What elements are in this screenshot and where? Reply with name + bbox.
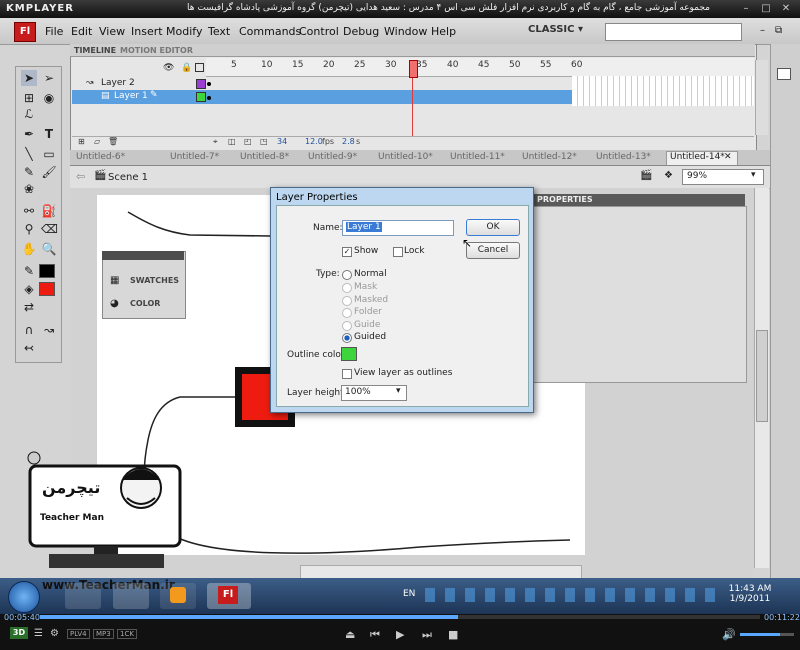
seek-bar-fill bbox=[40, 615, 458, 619]
tray-icons[interactable] bbox=[425, 588, 715, 602]
cancel-button[interactable]: Cancel bbox=[466, 242, 520, 259]
play-icon[interactable]: ▶ bbox=[396, 628, 404, 641]
clock-time: 11:43 AM bbox=[728, 584, 772, 594]
codec-badge: PLV4 bbox=[67, 629, 90, 639]
teacherman-brand: Teacher Man bbox=[40, 513, 104, 523]
layer-height-value: 100% bbox=[345, 387, 371, 397]
media-taskbar-icon[interactable] bbox=[160, 583, 196, 609]
type-guided-label: Guided bbox=[354, 332, 387, 342]
3d-toggle[interactable]: 3D bbox=[10, 627, 28, 639]
svg-text:تیچرمن: تیچرمن bbox=[42, 478, 100, 498]
type-normal-label: Normal bbox=[354, 269, 387, 279]
outline-color-swatch[interactable] bbox=[341, 347, 357, 361]
start-button[interactable] bbox=[8, 581, 40, 613]
type-label: Type: bbox=[316, 269, 340, 279]
swatches-label[interactable]: SWATCHES bbox=[130, 276, 179, 285]
show-label: Show bbox=[354, 246, 379, 256]
horizontal-scrollbar[interactable] bbox=[300, 565, 582, 579]
view-outlines-label: View layer as outlines bbox=[354, 368, 453, 378]
language-indicator[interactable]: EN bbox=[403, 589, 415, 599]
codec-badge: MP3 bbox=[93, 629, 114, 639]
type-guide-label: Guide bbox=[354, 320, 381, 330]
view-outlines-checkbox[interactable] bbox=[342, 369, 352, 379]
type-normal-radio[interactable] bbox=[342, 270, 352, 280]
chevron-down-icon: ▾ bbox=[396, 386, 401, 396]
lock-label: Lock bbox=[404, 246, 425, 256]
color-label[interactable]: COLOR bbox=[130, 299, 160, 308]
taskbar-clock[interactable]: 11:43 AM 1/9/2011 bbox=[722, 584, 778, 604]
properties-header[interactable]: PROPERTIES bbox=[533, 194, 745, 206]
properties-label: PROPERTIES bbox=[537, 195, 593, 204]
preferences-icon[interactable]: ☰ bbox=[34, 628, 43, 639]
explorer-taskbar-icon[interactable] bbox=[113, 583, 149, 609]
type-folder-label: Folder bbox=[354, 307, 382, 317]
type-mask-radio bbox=[342, 283, 352, 293]
type-guide-radio bbox=[342, 321, 352, 331]
type-folder-radio bbox=[342, 308, 352, 318]
codec-badge: 1CK bbox=[117, 629, 137, 639]
name-input[interactable]: Layer 1 bbox=[342, 220, 454, 236]
type-masked-label: Masked bbox=[354, 295, 389, 305]
dialog-title: Layer Properties bbox=[276, 192, 358, 203]
outline-color-label: Outline color: bbox=[287, 350, 348, 360]
next-icon[interactable]: ⏭ bbox=[422, 628, 432, 642]
color-icon: ◕ bbox=[110, 298, 119, 309]
scroll-thumb[interactable] bbox=[756, 330, 768, 422]
ok-button[interactable]: OK bbox=[466, 219, 520, 236]
swatches-icon: ▦ bbox=[110, 275, 120, 286]
time-total: 00:11:22 bbox=[764, 613, 800, 622]
name-label: Name: bbox=[313, 223, 343, 233]
name-input-value: Layer 1 bbox=[346, 222, 382, 232]
panel-header[interactable] bbox=[102, 251, 184, 260]
volume-level bbox=[740, 633, 780, 636]
flash-taskbar-icon[interactable]: Fl bbox=[207, 583, 251, 609]
type-masked-radio bbox=[342, 296, 352, 306]
stop-icon[interactable]: ■ bbox=[448, 628, 458, 641]
watermark-url: www.TeacherMan.ir bbox=[42, 578, 175, 592]
clock-date: 1/9/2011 bbox=[729, 594, 771, 604]
layer-height-select[interactable]: 100% ▾ bbox=[341, 385, 407, 401]
type-mask-label: Mask bbox=[354, 282, 378, 292]
previous-icon[interactable]: ⏮ bbox=[370, 628, 380, 642]
ie-taskbar-icon[interactable] bbox=[65, 583, 101, 609]
layer-height-label: Layer height: bbox=[287, 388, 347, 398]
properties-panel bbox=[533, 206, 747, 383]
show-checkbox[interactable]: ✓ bbox=[342, 247, 352, 257]
lock-checkbox[interactable] bbox=[393, 247, 403, 257]
time-elapsed: 00:05:40 bbox=[4, 613, 40, 622]
volume-icon[interactable]: 🔊 bbox=[722, 628, 736, 641]
eject-icon[interactable]: ⏏ bbox=[345, 628, 355, 641]
type-guided-radio[interactable] bbox=[342, 333, 352, 343]
settings-icon[interactable]: ⚙ bbox=[50, 628, 59, 639]
mouse-cursor-icon: ↖ bbox=[462, 236, 473, 250]
